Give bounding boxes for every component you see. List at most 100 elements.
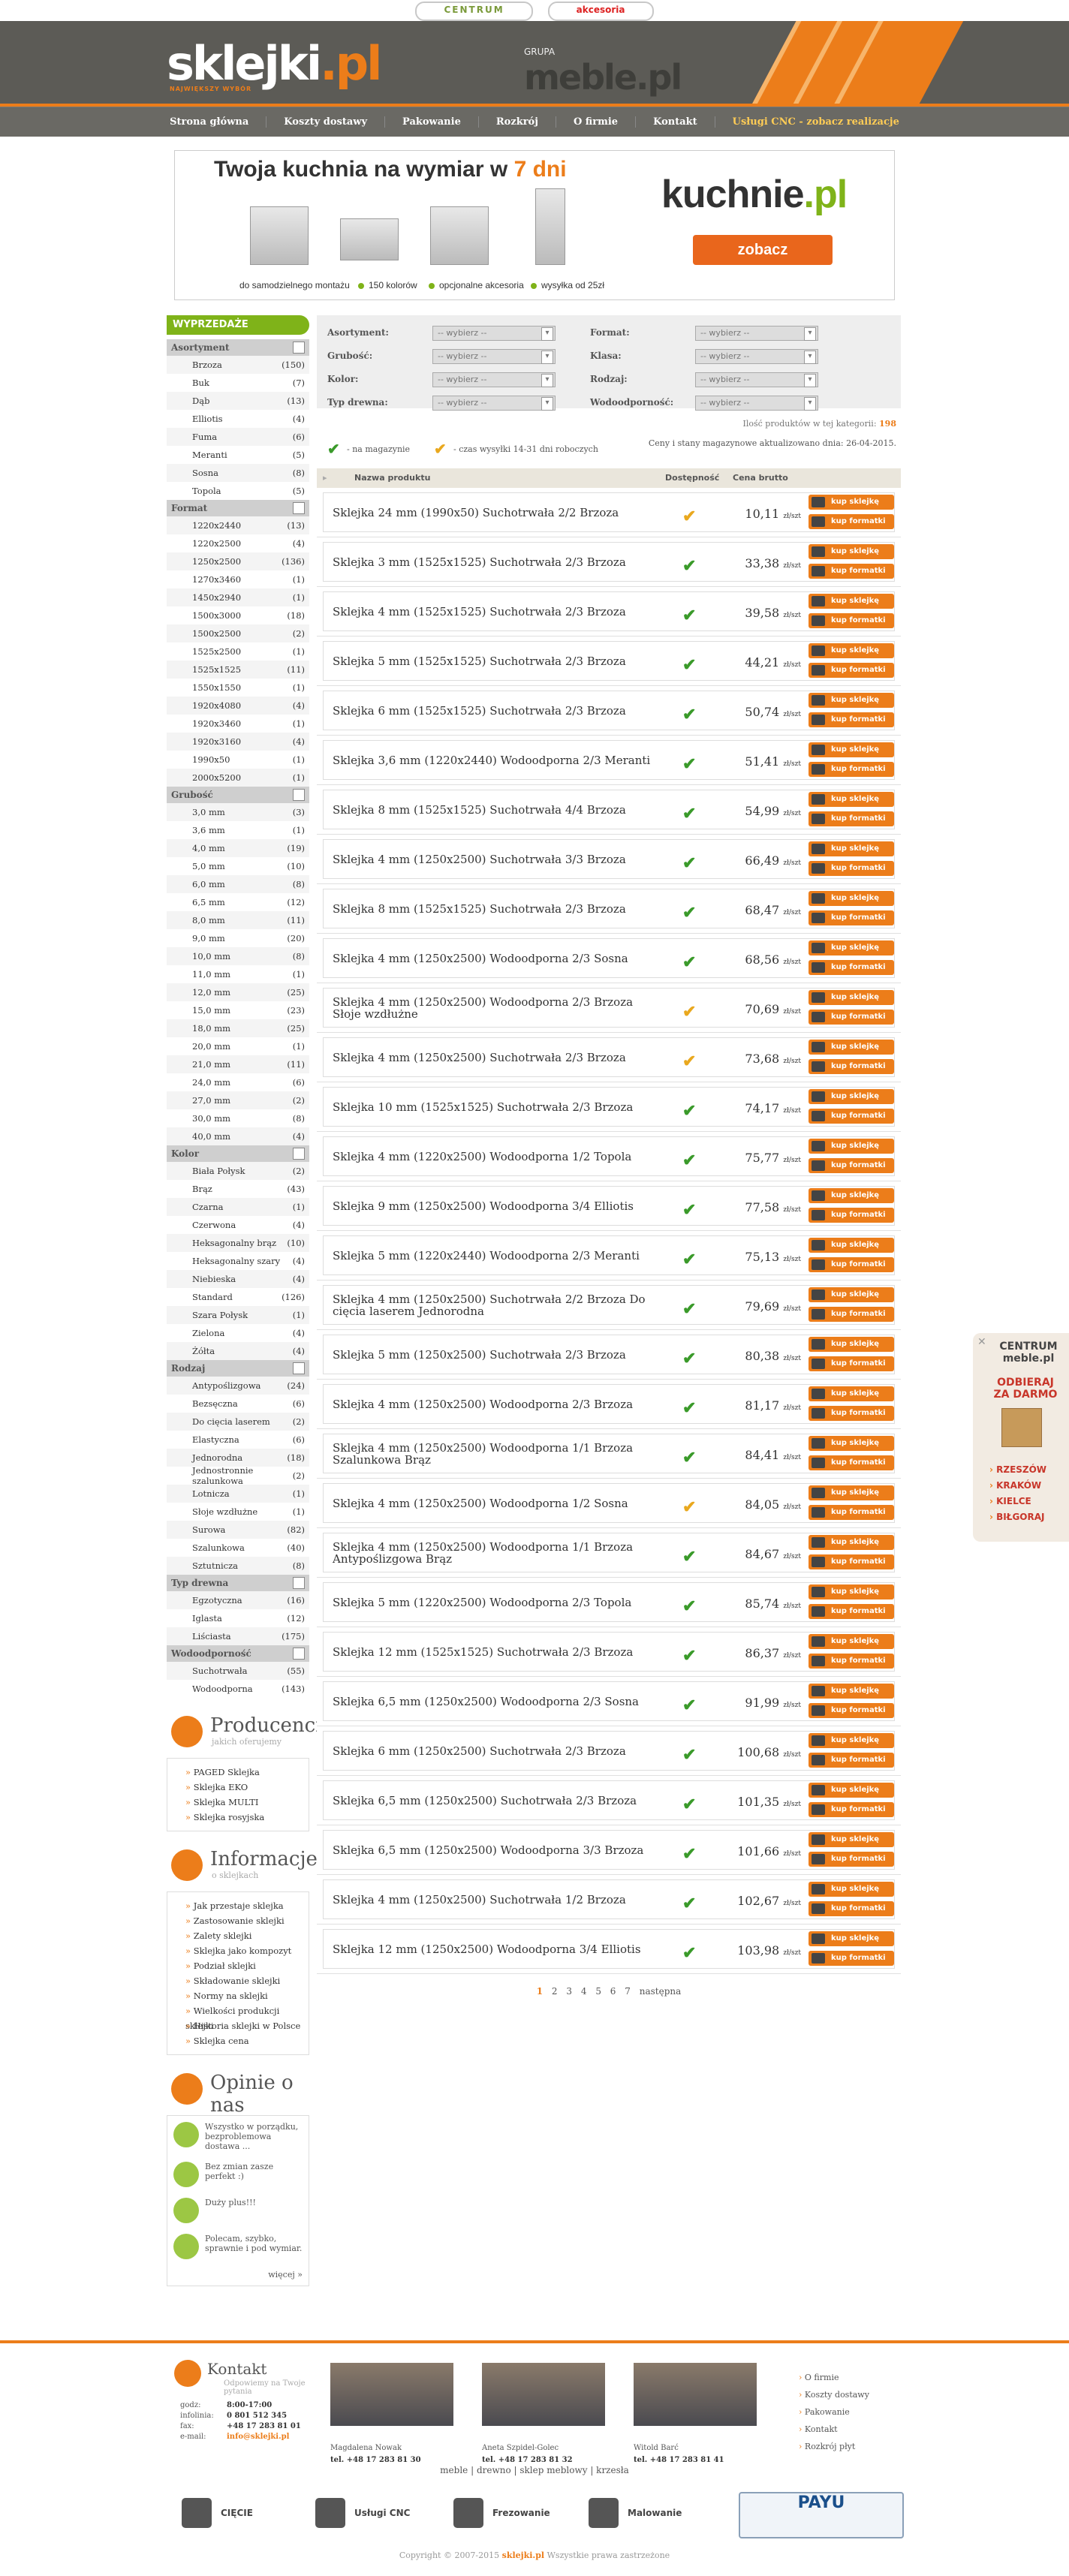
filter-item[interactable]: Sztutnicza (8) [167,1557,309,1575]
filter-item[interactable]: Żółta (4) [167,1342,309,1360]
buy-button[interactable]: kup sklejkę [809,1733,894,1748]
info-link[interactable]: » Składowanie sklejki [185,1973,309,1988]
product-name[interactable]: Sklejka 6,5 mm (1250x2500) Wodoodporna 3… [333,1831,663,1869]
product-name[interactable]: Sklejka 4 mm (1250x2500) Wodoodporna 2/3… [333,939,663,977]
buy-format-button[interactable]: kup formatki [809,1852,894,1867]
buy-format-button[interactable]: kup formatki [809,1356,894,1371]
product-name[interactable]: Sklejka 4 mm (1250x2500) Wodoodporna 2/3… [333,989,663,1027]
ad-city[interactable]: › KRAKÓW [989,1478,1046,1494]
info-link[interactable]: » Zalety sklejki [185,1928,309,1943]
buy-button[interactable]: kup sklejkę [809,841,894,856]
buy-format-button[interactable]: kup formatki [809,1208,894,1223]
buy-format-button[interactable]: kup formatki [809,1654,894,1669]
filter-item[interactable]: Jednostronnie szalunkowa (2) [167,1465,309,1486]
pickup-ad[interactable]: ✕ CENTRUM meble.pl ODBIERAJ ZA DARMO › R… [973,1333,1069,1542]
footer-link[interactable]: › Rozkrój płyt [799,2438,869,2455]
buy-format-button[interactable]: kup formatki [809,1109,894,1124]
product-name[interactable]: Sklejka 24 mm (1990x50) Suchotrwała 2/2 … [333,493,663,531]
product-name[interactable]: Sklejka 5 mm (1250x2500) Suchotrwała 2/3… [333,1335,663,1374]
toggle-icon[interactable] [293,1577,305,1589]
product-name[interactable]: Sklejka 4 mm (1250x2500) Wodoodporna 1/1… [333,1434,663,1473]
product-name[interactable]: Sklejka 6,5 mm (1250x2500) Wodoodporna 2… [333,1682,663,1720]
product-name[interactable]: Sklejka 8 mm (1525x1525) Suchotrwała 4/4… [333,790,663,829]
buy-button[interactable]: kup sklejkę [809,1684,894,1699]
filter-group-header[interactable]: Kolor [167,1145,309,1162]
filter-item[interactable]: Elastyczna (6) [167,1431,309,1449]
filter-item[interactable]: Do cięcia laserem (2) [167,1413,309,1431]
buy-button[interactable]: kup sklejkę [809,1238,894,1253]
filter-item[interactable]: 24,0 mm (6) [167,1073,309,1091]
filter-item[interactable]: Buk (7) [167,374,309,392]
buy-format-button[interactable]: kup formatki [809,663,894,678]
filter-item[interactable]: 2000x5200 (1) [167,769,309,787]
product-name[interactable]: Sklejka 4 mm (1250x2500) Wodoodporna 2/3… [333,1385,663,1423]
sale-link[interactable]: WYPRZEDAŻE [167,315,309,335]
buy-button[interactable]: kup sklejkę [809,1634,894,1649]
toggle-icon[interactable] [293,342,305,354]
filter-item[interactable]: 1500x2500 (2) [167,624,309,642]
filter-item[interactable]: Meranti (5) [167,446,309,464]
info-link[interactable]: » Sklejka MULTI [185,1795,309,1810]
filter-item[interactable]: Szara Połysk (1) [167,1306,309,1324]
info-link[interactable]: » Historia sklejki w Polsce [185,2018,309,2033]
filter-item[interactable]: Niebieska (4) [167,1270,309,1288]
filter-item[interactable]: Szalunkowa (40) [167,1539,309,1557]
filter-item[interactable]: Zielona (4) [167,1324,309,1342]
product-name[interactable]: Sklejka 5 mm (1220x2440) Wodoodporna 2/3… [333,1236,663,1274]
filter-item[interactable]: Wodoodporna (143) [167,1680,309,1698]
buy-format-button[interactable]: kup formatki [809,1505,894,1520]
zobacz-button[interactable]: zobacz [693,235,833,265]
buy-button[interactable]: kup sklejkę [809,1337,894,1352]
centrum-link[interactable]: CENTRUM [415,2,533,21]
buy-format-button[interactable]: kup formatki [809,712,894,727]
info-link[interactable]: » PAGED Sklejka [185,1765,309,1780]
filter-item[interactable]: 21,0 mm (11) [167,1055,309,1073]
product-name[interactable]: Sklejka 4 mm (1525x1525) Suchotrwała 2/3… [333,592,663,630]
email-link[interactable]: info@sklejki.pl [227,2432,301,2442]
product-name[interactable]: Sklejka 10 mm (1525x1525) Suchotrwała 2/… [333,1088,663,1126]
filter-item[interactable]: 8,0 mm (11) [167,911,309,929]
info-link[interactable]: » Normy na sklejki [185,1988,309,2003]
buy-button[interactable]: kup sklejkę [809,792,894,807]
filter-item[interactable]: 3,6 mm (1) [167,821,309,839]
product-name[interactable]: Sklejka 6 mm (1525x1525) Suchotrwała 2/3… [333,691,663,730]
filter-item[interactable]: Lotnicza (1) [167,1485,309,1503]
product-name[interactable]: Sklejka 4 mm (1220x2500) Wodoodporna 1/2… [333,1137,663,1175]
filter-group-header[interactable]: Format [167,500,309,516]
filter-item[interactable]: 12,0 mm (25) [167,983,309,1001]
filter-item[interactable]: Antypoślizgowa (24) [167,1377,309,1395]
buy-format-button[interactable]: kup formatki [809,1257,894,1272]
nav-item[interactable]: Rozkrój [479,116,556,128]
buy-format-button[interactable]: kup formatki [809,1802,894,1817]
buy-button[interactable]: kup sklejkę [809,940,894,955]
footer-link[interactable]: › O firmie [799,2369,869,2386]
buy-format-button[interactable]: kup formatki [809,861,894,876]
close-icon[interactable]: ✕ [977,1336,986,1348]
toggle-icon[interactable] [293,1362,305,1374]
info-link[interactable]: » Sklejka rosyjska [185,1810,309,1825]
filter-group-header[interactable]: Grubość [167,787,309,803]
buy-button[interactable]: kup sklejkę [809,1832,894,1847]
info-link[interactable]: » Podział sklejki [185,1958,309,1973]
buy-button[interactable]: kup sklejkę [809,1386,894,1401]
filter-item[interactable]: Bezsęcznа (6) [167,1395,309,1413]
nav-item[interactable]: O firmie [556,116,637,128]
buy-format-button[interactable]: kup formatki [809,1059,894,1074]
filter-item[interactable]: 6,0 mm (8) [167,875,309,893]
page-link[interactable]: 1 [537,1986,543,1997]
buy-format-button[interactable]: kup formatki [809,1406,894,1421]
filter-item[interactable]: Czerwona (4) [167,1216,309,1234]
filter-item[interactable]: Surowa (82) [167,1521,309,1539]
ad-city[interactable]: › RZESZÓW [989,1462,1046,1478]
product-name[interactable]: Sklejka 12 mm (1525x1525) Suchotrwała 2/… [333,1633,663,1671]
buy-format-button[interactable]: kup formatki [809,1554,894,1569]
ad-city[interactable]: › KIELCE [989,1494,1046,1509]
akcesoria-link[interactable]: akcesoria [547,2,654,21]
filter-item[interactable]: Elliotis (4) [167,410,309,428]
product-name[interactable]: Sklejka 4 mm (1250x2500) Wodoodporna 1/2… [333,1484,663,1522]
filter-item[interactable]: 1250x2500 (136) [167,552,309,570]
product-name[interactable]: Sklejka 5 mm (1220x2500) Wodoodporna 2/3… [333,1583,663,1621]
buy-format-button[interactable]: kup formatki [809,613,894,628]
filter-select[interactable]: -- wybierz -- [695,326,818,341]
toggle-icon[interactable] [293,1148,305,1160]
